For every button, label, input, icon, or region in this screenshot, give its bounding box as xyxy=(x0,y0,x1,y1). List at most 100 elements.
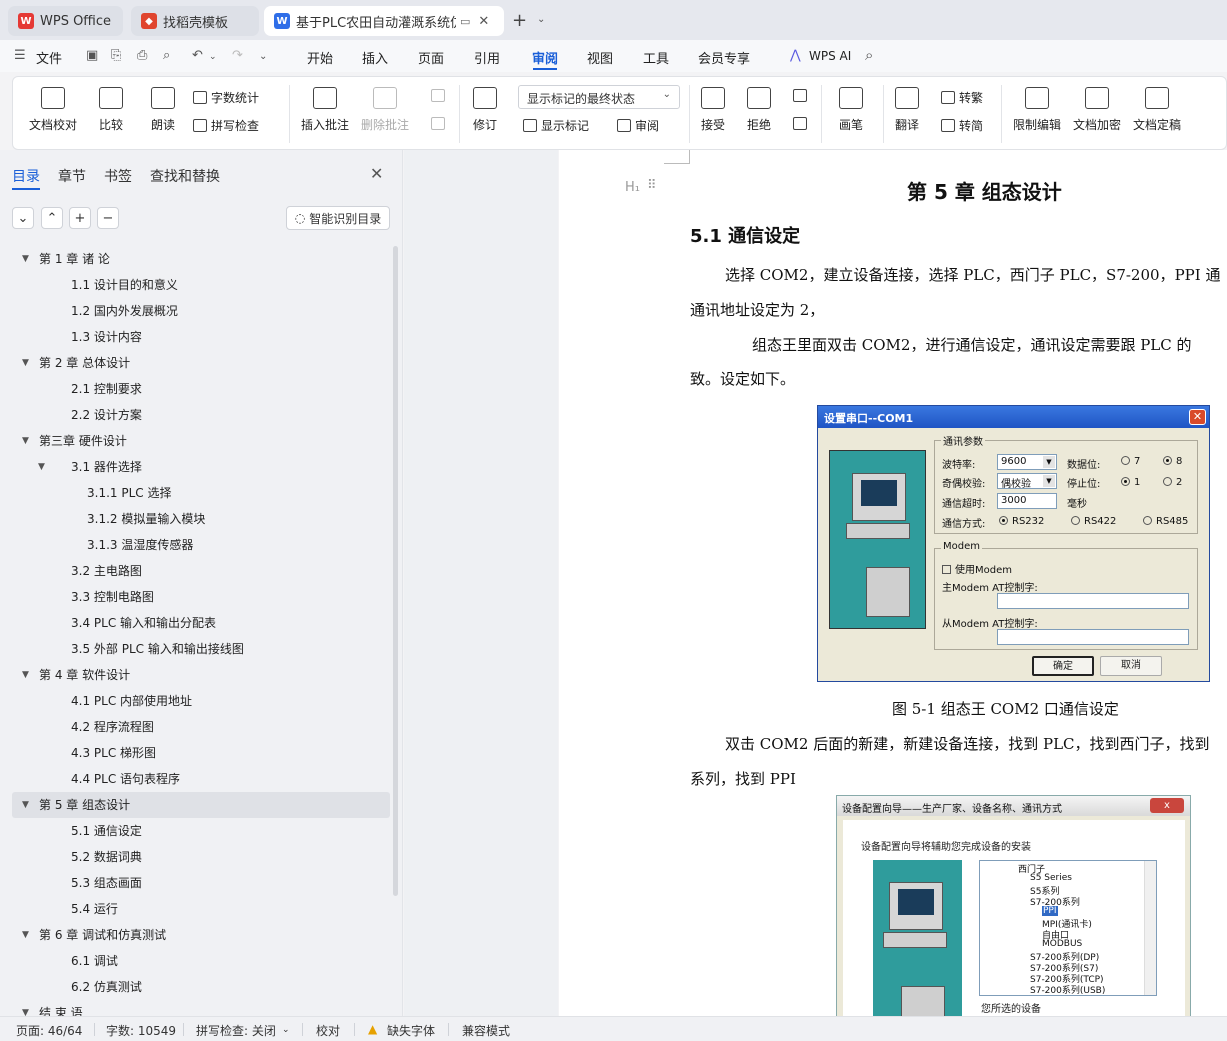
undo-icon[interactable]: ↶ xyxy=(192,48,203,63)
chevron-down-icon[interactable]: ⌄ xyxy=(537,14,545,25)
toc-item[interactable]: 4.4 PLC 语句表程序 xyxy=(12,766,390,792)
toc-item[interactable]: ▼ 第 2 章 总体设计 xyxy=(12,350,390,376)
share-icon[interactable]: ⎘ xyxy=(111,48,121,63)
encrypt-button[interactable]: 文档加密 xyxy=(1073,87,1121,133)
nav-tab-chapters[interactable]: 章节 xyxy=(58,166,86,186)
smart-toc-button[interactable]: ◌ 智能识别目录 xyxy=(286,206,390,230)
expand-toggle-icon[interactable]: ▼ xyxy=(22,246,29,272)
spell-check-button[interactable]: 拼写检查 xyxy=(193,117,259,134)
toc-item[interactable]: 3.2 主电路图 xyxy=(12,558,390,584)
toc-item[interactable]: 5.2 数据词典 xyxy=(12,844,390,870)
chevron-down-icon[interactable]: ⌄ xyxy=(282,1025,290,1035)
toc-item[interactable]: 6.1 调试 xyxy=(12,948,390,974)
toc-item[interactable]: ▼ 第 6 章 调试和仿真测试 xyxy=(12,922,390,948)
spell-check-status[interactable]: 拼写检查: 关闭 xyxy=(196,1022,276,1039)
new-tab-icon[interactable]: + xyxy=(512,10,527,31)
expand-toggle-icon[interactable]: ▼ xyxy=(22,428,29,454)
prev-comment-button[interactable] xyxy=(431,89,449,102)
missing-font-status[interactable]: 缺失字体 xyxy=(387,1022,435,1039)
read-aloud-button[interactable]: 朗读 xyxy=(151,87,175,133)
nav-scrollbar[interactable] xyxy=(393,246,398,896)
toc-item[interactable]: 3.4 PLC 输入和输出分配表 xyxy=(12,610,390,636)
word-count-button[interactable]: 字数统计 xyxy=(193,89,259,106)
tab-current-document[interactable]: W 基于PLC农田自动灌溉系统仿真 ▭ ✕ xyxy=(264,6,504,36)
toc-item[interactable]: ▼ 第 5 章 组态设计 xyxy=(12,792,390,818)
menu-wps-ai[interactable]: WPS AI xyxy=(809,49,851,63)
track-changes-button[interactable]: 修订 xyxy=(473,87,497,133)
tab-wps-office[interactable]: W WPS Office xyxy=(8,6,123,36)
remove-heading-button[interactable]: − xyxy=(97,207,119,229)
toc-item[interactable]: ▼ 第 4 章 软件设计 xyxy=(12,662,390,688)
drag-handle-icon[interactable]: ⠿ xyxy=(647,178,656,193)
close-tab-icon[interactable]: ✕ xyxy=(478,14,489,29)
add-heading-button[interactable]: + xyxy=(69,207,91,229)
toc-item[interactable]: 4.3 PLC 梯形图 xyxy=(12,740,390,766)
insert-comment-button[interactable]: 插入批注 xyxy=(301,87,349,133)
document-page[interactable]: H₁ ⠿ 第 5 章 组态设计 5.1 通信设定 选择 COM2，建立设备连接，… xyxy=(559,150,1227,1016)
word-count[interactable]: 字数: 10549 xyxy=(106,1022,176,1039)
menu-review[interactable]: 审阅 xyxy=(532,48,558,67)
menu-tools[interactable]: 工具 xyxy=(643,48,669,67)
expand-toggle-icon[interactable]: ▼ xyxy=(38,454,45,480)
menu-membership[interactable]: 会员专享 xyxy=(698,48,750,67)
toc-item[interactable]: 2.2 设计方案 xyxy=(12,402,390,428)
show-markup-button[interactable]: 显示标记 xyxy=(523,117,589,134)
search-icon[interactable]: ⌕ xyxy=(865,46,873,64)
expand-toggle-icon[interactable]: ▼ xyxy=(22,350,29,376)
next-change-button[interactable] xyxy=(793,117,811,130)
toc-item[interactable]: 2.1 控制要求 xyxy=(12,376,390,402)
doc-check-button[interactable]: 文档校对 xyxy=(29,87,77,133)
collapse-all-button[interactable]: ⌄ xyxy=(12,207,34,229)
toc-item[interactable]: 3.1.3 温湿度传感器 xyxy=(12,532,390,558)
close-icon[interactable]: ✕ xyxy=(370,164,383,183)
toc-item[interactable]: 1.2 国内外发展概况 xyxy=(12,298,390,324)
toc-item[interactable]: 6.2 仿真测试 xyxy=(12,974,390,1000)
to-simplified-button[interactable]: 转简 xyxy=(941,117,983,134)
expand-level-button[interactable]: ⌃ xyxy=(41,207,63,229)
toc-item[interactable]: 5.4 运行 xyxy=(12,896,390,922)
print-icon[interactable]: ⎙ xyxy=(137,48,147,63)
prev-change-button[interactable] xyxy=(793,89,811,102)
redo-icon[interactable]: ↷ xyxy=(232,48,243,63)
print-preview-icon[interactable]: ⌕ xyxy=(163,48,170,63)
monitor-icon[interactable]: ▭ xyxy=(460,15,470,28)
toc-item[interactable]: 1.3 设计内容 xyxy=(12,324,390,350)
expand-toggle-icon[interactable]: ▼ xyxy=(22,922,29,948)
nav-tab-find-replace[interactable]: 查找和替换 xyxy=(150,166,220,186)
compat-mode-status[interactable]: 兼容模式 xyxy=(462,1022,510,1039)
next-comment-button[interactable] xyxy=(431,117,449,130)
menu-file[interactable]: 文件 xyxy=(36,48,62,67)
finalize-button[interactable]: 文档定稿 xyxy=(1133,87,1181,133)
expand-toggle-icon[interactable]: ▼ xyxy=(22,792,29,818)
wps-ai-icon[interactable]: ⋀ xyxy=(790,48,801,63)
reject-button[interactable]: 拒绝 xyxy=(747,87,771,133)
nav-tab-toc[interactable]: 目录 xyxy=(12,166,40,186)
toc-item[interactable]: 3.1.2 模拟量输入模块 xyxy=(12,506,390,532)
to-traditional-button[interactable]: 转繁 xyxy=(941,89,983,106)
toc-item[interactable]: 3.1.1 PLC 选择 xyxy=(12,480,390,506)
delete-comment-button[interactable]: 删除批注 xyxy=(361,87,409,133)
toc-item[interactable]: ▼ 3.1 器件选择 xyxy=(12,454,390,480)
toc-item[interactable]: ▼ 第 1 章 诸 论 xyxy=(12,246,390,272)
markup-state-select[interactable]: 显示标记的最终状态 ⌄ xyxy=(518,85,680,109)
toc-item[interactable]: 4.1 PLC 内部使用地址 xyxy=(12,688,390,714)
restrict-edit-button[interactable]: 限制编辑 xyxy=(1013,87,1061,133)
toc-item[interactable]: 1.1 设计目的和意义 xyxy=(12,272,390,298)
menu-insert[interactable]: 插入 xyxy=(362,48,388,67)
accept-button[interactable]: 接受 xyxy=(701,87,725,133)
translate-button[interactable]: 翻译 xyxy=(895,87,919,133)
tab-docer-templates[interactable]: ◆ 找稻壳模板 xyxy=(131,6,259,36)
toc-item[interactable]: 3.3 控制电路图 xyxy=(12,584,390,610)
menu-page[interactable]: 页面 xyxy=(418,48,444,67)
proof-status[interactable]: 校对 xyxy=(316,1022,340,1039)
undo-dropdown-icon[interactable]: ⌄ xyxy=(209,52,217,62)
toc-item[interactable]: 5.3 组态画面 xyxy=(12,870,390,896)
expand-toggle-icon[interactable]: ▼ xyxy=(22,662,29,688)
compare-button[interactable]: 比较 xyxy=(99,87,123,133)
nav-tab-bookmarks[interactable]: 书签 xyxy=(104,166,132,186)
heading-marker-icon[interactable]: H₁ xyxy=(625,180,640,195)
toc-item[interactable]: ▼ 第三章 硬件设计 xyxy=(12,428,390,454)
more-dropdown-icon[interactable]: ⌄ xyxy=(259,51,267,62)
save-icon[interactable]: ▣ xyxy=(86,48,98,63)
page-indicator[interactable]: 页面: 46/64 xyxy=(16,1022,82,1039)
